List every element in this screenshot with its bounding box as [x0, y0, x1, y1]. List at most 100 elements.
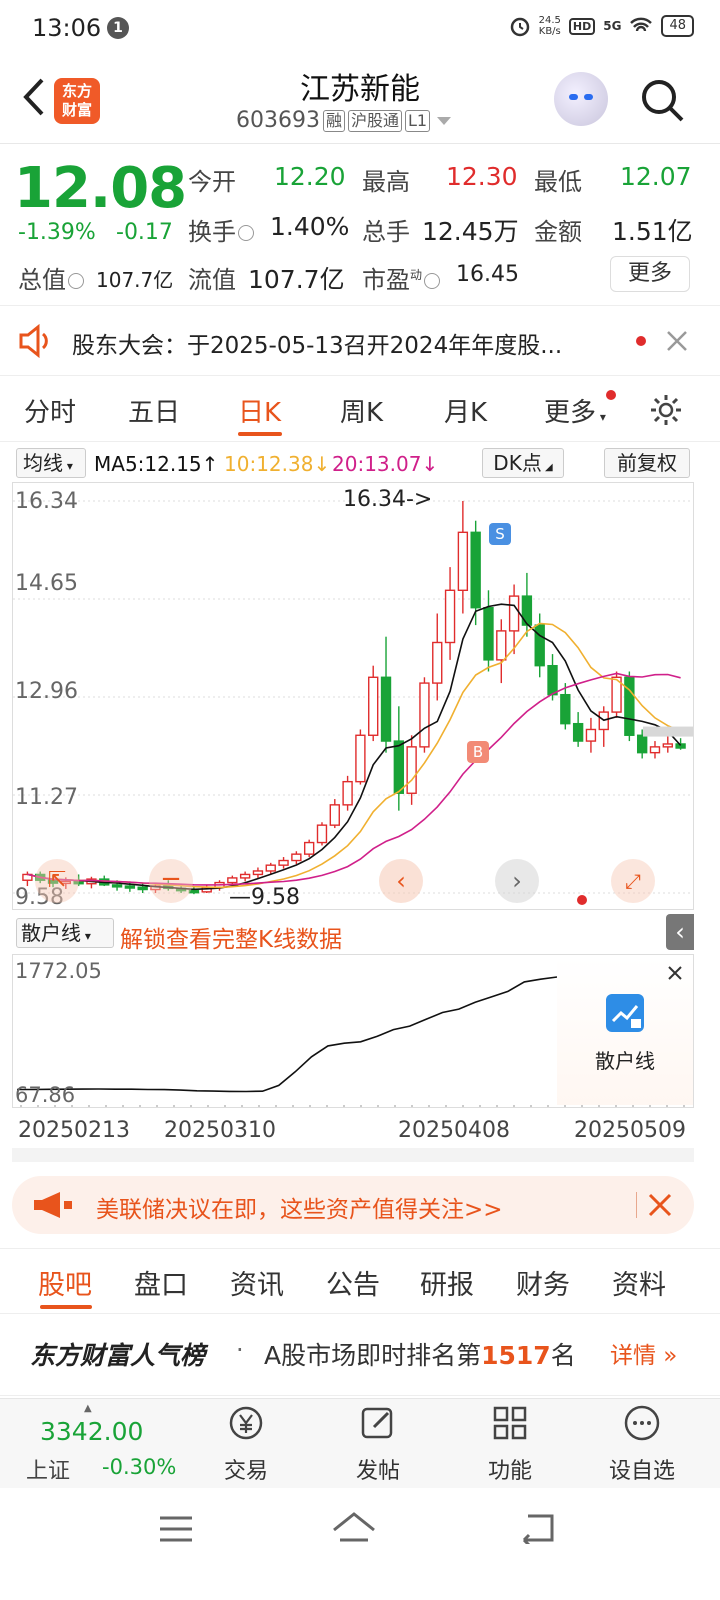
popularity-rank[interactable]: 东方财富人气榜 · A股市场即时排名第1517名 详情 » [0, 1316, 720, 1396]
pan-icon[interactable]: ⇱ [35, 859, 79, 903]
info-icon[interactable] [424, 273, 441, 289]
banner-text: 美联储决议在即，这些资产值得关注>> [96, 1197, 503, 1223]
home-icon[interactable] [330, 1510, 378, 1546]
index-ticker[interactable]: ▲ 3342.00 上证 -0.30% [24, 1403, 184, 1484]
adjust-button[interactable]: 前复权 [604, 448, 690, 478]
date-label: 20250408 [398, 1118, 510, 1143]
alarm-icon [510, 17, 529, 37]
close-icon[interactable] [648, 1193, 672, 1217]
active-tab-indicator [40, 1305, 92, 1309]
change-pct: -1.39% [18, 220, 96, 245]
scroll-track[interactable] [12, 1148, 694, 1162]
stock-code: 603693 [236, 108, 320, 133]
candle [649, 741, 661, 759]
high-value: 12.30 [446, 162, 518, 191]
nav-trade[interactable]: 交易 [196, 1403, 296, 1485]
candle [316, 822, 328, 846]
collapse-icon[interactable]: ‹ [666, 914, 694, 950]
back-nav-icon[interactable] [520, 1512, 556, 1544]
close-icon[interactable] [667, 965, 683, 981]
tab-research[interactable]: 研报 [420, 1263, 474, 1302]
more-button[interactable]: 更多 [610, 256, 690, 292]
search-icon[interactable] [638, 76, 686, 124]
index-name: 上证 [26, 1459, 71, 1484]
candle [252, 867, 264, 878]
retail-card[interactable]: 散户线 [557, 957, 693, 1105]
tab-intraday[interactable]: 分时 [24, 392, 76, 429]
grid-icon [493, 1406, 527, 1440]
notice-text: 股东大会：于2025-05-13召开2024年年度股... [72, 333, 563, 359]
rank-detail-link[interactable]: 详情 » [610, 1336, 677, 1370]
tab-finance[interactable]: 财务 [516, 1263, 570, 1302]
ma-selector[interactable]: 均线 ▾ [16, 448, 86, 478]
retail-line-chart[interactable]: 1772.05 67.86 散户线 [12, 954, 694, 1108]
wifi-icon [630, 17, 653, 32]
info-icon[interactable] [238, 225, 254, 241]
volume-label: 总手 [362, 218, 410, 246]
tab-weekly-k[interactable]: 周K [340, 392, 383, 429]
yen-icon [229, 1406, 263, 1440]
tab-five-day[interactable]: 五日 [128, 392, 180, 429]
date-label: 20250213 [18, 1118, 130, 1143]
candle [303, 839, 315, 858]
y-tick: 14.65 [15, 571, 78, 596]
net-speed: 24.5 KB/s [538, 15, 561, 37]
signal-icon: 5G [603, 19, 622, 33]
info-icon[interactable] [68, 273, 84, 289]
tab-more[interactable]: 更多 ▾ [544, 392, 606, 429]
tab-announce[interactable]: 公告 [326, 1263, 380, 1302]
buy-signal[interactable]: B [467, 741, 489, 763]
battery-icon: 48 [661, 15, 694, 37]
candle [393, 706, 405, 811]
ma20-value: 20:13.07↓ [332, 452, 439, 476]
tab-monthly-k[interactable]: 月K [444, 392, 487, 429]
candle [483, 590, 494, 672]
change-value: -0.17 [116, 220, 173, 245]
hd-icon: HD [568, 17, 596, 35]
open-label: 今开 [188, 168, 236, 196]
bottom-nav: ▲ 3342.00 上证 -0.30% 交易 发帖 功能 设自选 [0, 1398, 720, 1488]
stock-name: 江苏新能 [300, 72, 420, 107]
tab-profile[interactable]: 资料 [612, 1263, 666, 1302]
dk-button[interactable]: DK点 ◢ [482, 448, 564, 478]
candle [419, 677, 430, 753]
unlock-link[interactable]: 解锁查看完整K线数据 [120, 920, 342, 954]
pe-label: 市盈动 [362, 260, 442, 295]
date-label: 20250310 [164, 1118, 276, 1143]
tab-guba[interactable]: 股吧 [38, 1263, 92, 1302]
tab-orderbook[interactable]: 盘口 [134, 1263, 188, 1302]
indicator-selector[interactable]: 散户线 ▾ [16, 918, 114, 948]
chart-lock-icon [606, 994, 644, 1032]
tab-news[interactable]: 资讯 [230, 1263, 284, 1302]
status-time: 13:06 [32, 14, 102, 42]
ma5-value: MA5:12.15↑ [94, 452, 219, 476]
y-tick: 11.27 [15, 785, 78, 810]
nav-add-favorite[interactable]: 设自选 [592, 1403, 692, 1485]
ma-line-ma10 [27, 622, 681, 889]
tab-daily-k[interactable]: 日K [238, 392, 281, 429]
active-tab-indicator [238, 432, 282, 436]
sell-signal[interactable]: S [489, 523, 511, 545]
next-icon[interactable]: › [495, 859, 539, 903]
zoom-out-icon[interactable]: − [149, 859, 193, 903]
nav-function[interactable]: 功能 [460, 1403, 560, 1485]
stock-subline[interactable]: 603693 融 沪股通 L1 [236, 108, 452, 133]
nav-post[interactable]: 发帖 [328, 1403, 428, 1485]
ai-assistant-icon[interactable] [554, 72, 608, 126]
candle [329, 799, 340, 829]
promo-banner[interactable]: 美联储决议在即，这些资产值得关注>> [12, 1176, 694, 1234]
kline-chart[interactable]: 16.34 14.65 12.96 11.27 9.58 16.34-> —9.… [12, 482, 694, 910]
menu-icon[interactable] [158, 1514, 194, 1544]
rank-text: A股市场即时排名第1517名 [264, 1341, 576, 1370]
fullscreen-icon[interactable]: ⤢ [611, 859, 655, 903]
speaker-icon [19, 324, 48, 358]
notice-bar[interactable]: 股东大会：于2025-05-13召开2024年年度股... [0, 306, 720, 376]
float-value: 107.7亿 [248, 265, 345, 294]
prev-icon[interactable]: ‹ [379, 859, 423, 903]
quote-panel: 12.08 -1.39% -0.17 今开 12.20 最高 12.30 最低 … [0, 144, 720, 306]
gear-icon[interactable] [648, 392, 684, 428]
candle [662, 735, 673, 753]
more-icon [624, 1405, 660, 1441]
retail-card-label: 散户线 [595, 1049, 655, 1073]
close-icon[interactable] [666, 330, 688, 352]
